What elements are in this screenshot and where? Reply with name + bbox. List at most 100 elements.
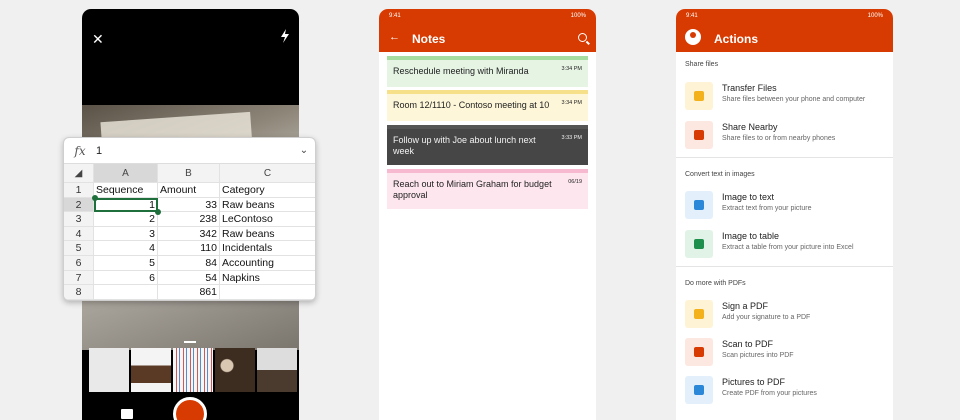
section-header: Convert text in images [685, 171, 755, 178]
action-item[interactable]: Transfer Files Share files between your p… [685, 82, 893, 114]
action-title: Image to table [722, 231, 780, 241]
note-timestamp: 3:33 PM [561, 135, 582, 141]
selection-handle[interactable] [155, 209, 161, 215]
column-header[interactable]: C [220, 164, 315, 183]
action-subtitle: Scan pictures into PDF [722, 352, 794, 359]
action-item[interactable]: Image to table Extract a table from your … [685, 230, 893, 262]
row-header[interactable]: 6 [64, 255, 94, 271]
gallery-icon[interactable] [121, 409, 133, 419]
action-subtitle: Extract a table from your picture into E… [722, 244, 854, 251]
cell[interactable]: 84 [158, 255, 220, 271]
action-title: Share Nearby [722, 122, 778, 132]
actions-app-bar: 9:41 100% Actions [676, 9, 893, 52]
note-card[interactable]: Follow up with Joe about lunch next week… [387, 125, 588, 165]
formula-bar[interactable]: fx 1 ⌄ [64, 138, 315, 164]
note-timestamp: 3:34 PM [561, 100, 582, 106]
cell[interactable]: 238 [158, 212, 220, 227]
cell[interactable]: 4 [94, 241, 158, 256]
action-item[interactable]: Sign a PDF Add your signature to a PDF [685, 300, 893, 332]
page-title: Notes [412, 32, 446, 46]
action-subtitle: Create PDF from your pictures [722, 390, 817, 397]
back-arrow-icon[interactable]: ← [389, 31, 400, 43]
notes-app-bar: 9:41 100% ← Notes [379, 9, 596, 52]
cell[interactable]: 5 [94, 255, 158, 271]
row-header[interactable]: 5 [64, 241, 94, 256]
image-to-table-icon [685, 230, 713, 258]
action-item[interactable]: Scan to PDF Scan pictures into PDF [685, 338, 893, 370]
share-nearby-icon [685, 121, 713, 149]
select-all-corner[interactable]: ◢ [64, 164, 94, 183]
photo-thumbnail[interactable] [257, 348, 297, 392]
column-header[interactable]: A [94, 164, 158, 183]
cell[interactable]: 342 [158, 226, 220, 242]
cell[interactable]: 861 [158, 285, 220, 300]
action-item[interactable]: Share Nearby Share files to or from nearb… [685, 121, 893, 153]
cell[interactable]: Category [220, 183, 315, 198]
cell[interactable]: LeContoso [220, 212, 315, 227]
cell[interactable]: 3 [94, 226, 158, 242]
action-subtitle: Share files to or from nearby phones [722, 135, 836, 142]
selection-handle[interactable] [92, 195, 98, 201]
column-header[interactable]: B [158, 164, 220, 183]
action-title: Image to text [722, 192, 775, 202]
section-header: Do more with PDFs [685, 280, 746, 287]
row-header[interactable]: 1 [64, 183, 94, 198]
cell[interactable]: 110 [158, 241, 220, 256]
cell[interactable]: Sequence [94, 183, 158, 198]
action-subtitle: Extract text from your picture [722, 205, 812, 212]
row-header[interactable]: 4 [64, 226, 94, 242]
action-title: Sign a PDF [722, 301, 769, 311]
section-header: Share files [685, 61, 719, 68]
action-title: Scan to PDF [722, 339, 774, 349]
cell[interactable]: Incidentals [220, 241, 315, 256]
note-timestamp: 3:34 PM [561, 66, 582, 72]
cell[interactable]: Accounting [220, 256, 315, 271]
action-subtitle: Share files between your phone and compu… [722, 96, 866, 103]
note-text: Reschedule meeting with Miranda [393, 66, 529, 76]
note-text: Reach out to Miriam Graham for budget ap… [393, 179, 552, 200]
status-bar: 9:41 100% [389, 13, 586, 19]
transfer-files-icon [685, 82, 713, 110]
photo-thumbnail[interactable] [131, 348, 171, 392]
photo-thumbnail[interactable] [215, 348, 255, 392]
status-time: 9:41 [389, 13, 401, 19]
note-card[interactable]: Reach out to Miriam Graham for budget ap… [387, 169, 588, 209]
action-title: Pictures to PDF [722, 377, 786, 387]
chevron-down-icon[interactable]: ⌄ [293, 145, 315, 156]
screenshot-stage: ✕ fx 1 ⌄ ◢ A B C 1 Sequence Amount Categ… [0, 0, 960, 420]
cell[interactable]: 2 [94, 212, 158, 227]
selected-cell[interactable]: 1 [94, 197, 158, 213]
cell[interactable]: Napkins [220, 271, 315, 286]
cell[interactable]: Raw beans [220, 198, 315, 213]
row-header[interactable]: 7 [64, 270, 94, 286]
photo-thumbnail[interactable] [89, 348, 129, 392]
cell[interactable]: Amount [158, 183, 220, 198]
formula-value[interactable]: 1 [96, 145, 293, 157]
cell[interactable] [94, 285, 158, 300]
flash-icon[interactable] [280, 29, 290, 43]
row-header[interactable]: 2 [64, 197, 94, 213]
action-title: Transfer Files [722, 83, 777, 93]
pictures-to-pdf-icon [685, 376, 713, 404]
row-header[interactable]: 3 [64, 212, 94, 227]
avatar[interactable] [685, 29, 701, 45]
sign-pdf-icon [685, 300, 713, 328]
cell[interactable]: 33 [158, 197, 220, 213]
row-header[interactable]: 8 [64, 285, 94, 300]
note-card[interactable]: Room 12/1110 - Contoso meeting at 10 3:34… [387, 90, 588, 121]
cell[interactable] [220, 285, 315, 300]
action-subtitle: Add your signature to a PDF [722, 314, 811, 321]
photo-thumbnail[interactable] [173, 348, 213, 392]
action-item[interactable]: Pictures to PDF Create PDF from your pict… [685, 376, 893, 408]
cell[interactable]: 6 [94, 270, 158, 286]
close-icon[interactable]: ✕ [92, 31, 104, 48]
search-icon[interactable] [578, 33, 587, 42]
cell[interactable]: Raw beans [220, 227, 315, 242]
cell[interactable]: 54 [158, 270, 220, 286]
note-card[interactable]: Reschedule meeting with Miranda 3:34 PM [387, 56, 588, 87]
fx-label: fx [74, 143, 86, 158]
section-divider [676, 266, 893, 267]
drawer-handle[interactable] [184, 341, 196, 343]
excel-table-preview: fx 1 ⌄ ◢ A B C 1 Sequence Amount Categor… [63, 137, 316, 301]
action-item[interactable]: Image to text Extract text from your pict… [685, 191, 893, 223]
